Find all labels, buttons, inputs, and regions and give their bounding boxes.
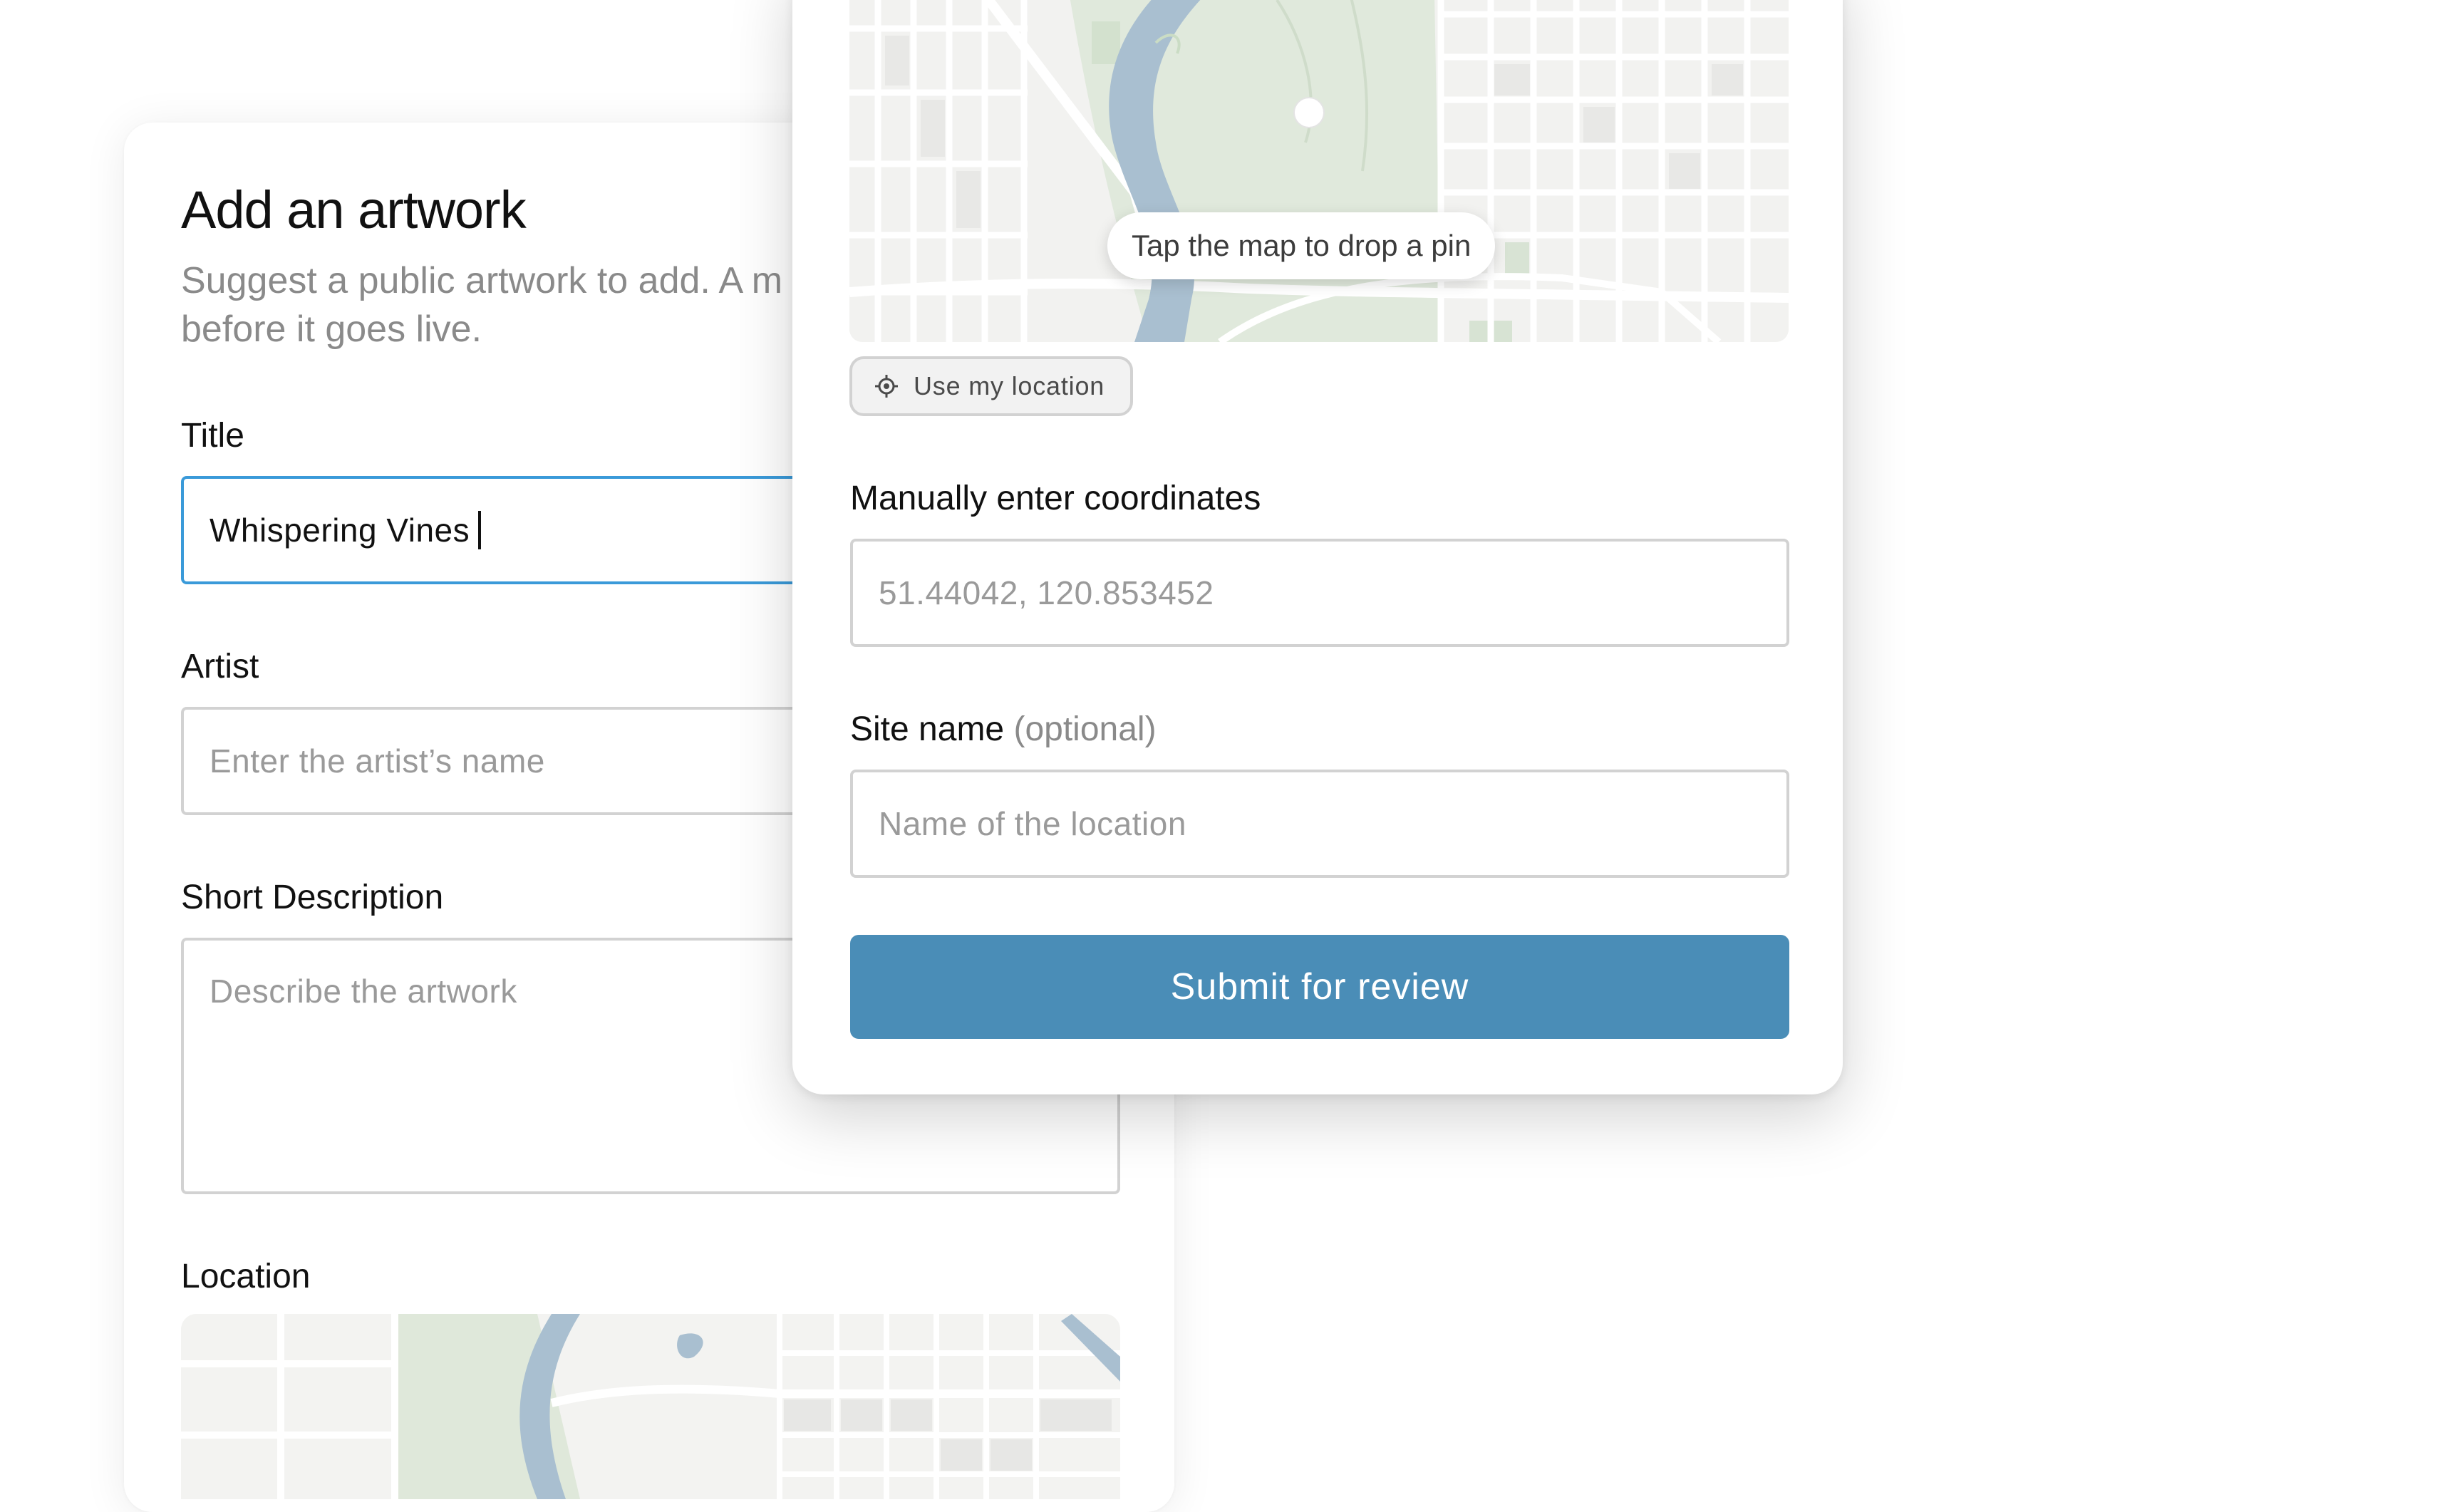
map-preview-graphic	[181, 1314, 1120, 1499]
map-graphic	[849, 0, 1789, 342]
location-map[interactable]	[849, 0, 1789, 342]
description-placeholder: Describe the artwork	[210, 973, 517, 1010]
location-label: Location	[181, 1258, 311, 1295]
text-caret	[478, 511, 482, 549]
map-hint-tooltip: Tap the map to drop a pin	[1107, 212, 1496, 279]
site-name-placeholder: Name of the location	[879, 805, 1186, 842]
coordinates-input[interactable]: 51.44042, 120.853452	[850, 539, 1789, 647]
page-subtitle-line-2: before it goes live.	[181, 309, 482, 350]
artist-input-placeholder: Enter the artist’s name	[210, 742, 545, 780]
site-name-optional-hint: (optional)	[1013, 710, 1157, 748]
coordinates-label: Manually enter coordinates	[850, 480, 1261, 517]
site-name-label: Site name (optional)	[850, 710, 1157, 749]
artist-label: Artist	[181, 648, 259, 685]
site-name-label-text: Site name	[850, 710, 1005, 748]
coordinates-placeholder: 51.44042, 120.853452	[879, 574, 1214, 611]
title-label: Title	[181, 417, 244, 455]
location-map-preview[interactable]	[181, 1314, 1120, 1499]
use-my-location-button[interactable]: Use my location	[849, 356, 1134, 416]
page-subtitle-line-1: Suggest a public artwork to add. A m	[181, 260, 783, 301]
use-my-location-label: Use my location	[914, 371, 1105, 400]
submit-for-review-button[interactable]: Submit for review	[850, 935, 1789, 1039]
description-label: Short Description	[181, 879, 444, 916]
site-name-input[interactable]: Name of the location	[850, 770, 1789, 878]
page-title: Add an artwork	[181, 180, 527, 239]
crosshair-icon	[875, 375, 898, 398]
title-input-value: Whispering Vines	[210, 512, 470, 549]
